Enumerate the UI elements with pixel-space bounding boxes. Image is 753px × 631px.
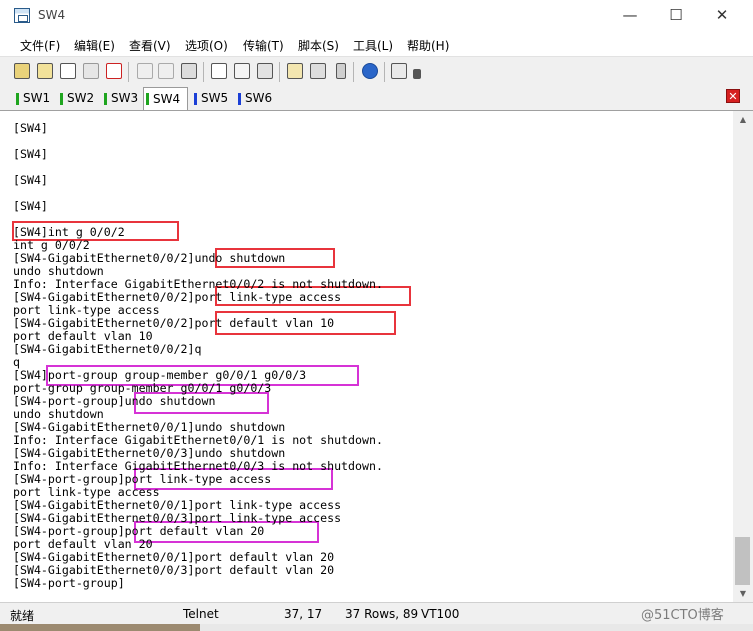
tab-sw1[interactable]: SW1	[14, 89, 50, 109]
menu-options[interactable]: 选项(O)	[185, 37, 228, 54]
tab-label: SW2	[67, 91, 95, 105]
title-bar: SW4 — ☐ ✕	[0, 0, 753, 32]
tab-status-indicator	[16, 93, 19, 105]
watermark: @51CTO博客	[641, 608, 724, 623]
minimize-button[interactable]: —	[607, 0, 653, 32]
toolbar-separator	[353, 62, 354, 82]
help-icon[interactable]	[362, 63, 378, 79]
menu-view[interactable]: 查看(V)	[129, 37, 171, 54]
toolbar	[0, 56, 753, 87]
tab-label: SW1	[23, 91, 51, 105]
session-tabs: SW1 SW2 SW3 SW4 SW5 SW6	[0, 86, 753, 111]
tab-status-indicator	[60, 93, 63, 105]
disconnect-icon[interactable]	[106, 63, 122, 79]
terminal-line: [SW4]	[13, 121, 48, 135]
tab-label: SW5	[201, 91, 229, 105]
connect-tab-icon[interactable]	[60, 63, 76, 79]
session-options-icon[interactable]	[287, 63, 303, 79]
terminal-line: [SW4]	[13, 199, 48, 213]
menu-script[interactable]: 脚本(S)	[298, 37, 339, 54]
paste-icon[interactable]	[158, 63, 174, 79]
tab-label: SW6	[245, 91, 273, 105]
tab-status-indicator	[194, 93, 197, 105]
tab-label: SW3	[111, 91, 139, 105]
tab-sw5[interactable]: SW5	[192, 89, 228, 109]
close-tab-icon[interactable]: ✕	[726, 89, 740, 103]
global-options-icon[interactable]	[310, 63, 326, 79]
status-terminal-size: 37 Rows, 89	[345, 607, 418, 621]
terminal-output[interactable]: [SW4] [SW4] [SW4] [SW4] [SW4]int g 0/0/2 int …	[0, 111, 733, 602]
status-cursor-position: 37, 17	[284, 607, 323, 621]
tab-status-indicator	[146, 93, 149, 105]
tab-status-indicator	[238, 93, 241, 105]
reconnect-icon[interactable]	[83, 63, 99, 79]
tab-sw2[interactable]: SW2	[58, 89, 94, 109]
menu-tools[interactable]: 工具(L)	[353, 37, 393, 54]
app-icon	[14, 8, 30, 23]
maximize-button[interactable]: ☐	[653, 0, 699, 32]
print-icon[interactable]	[234, 63, 250, 79]
terminal-line: [SW4-port-group]	[13, 576, 125, 590]
toolbar-separator	[128, 62, 129, 82]
window-title: SW4	[38, 8, 66, 22]
menu-help[interactable]: 帮助(H)	[407, 37, 449, 54]
terminal-line: [SW4]	[13, 173, 48, 187]
tab-label: SW4	[153, 92, 181, 106]
find-icon[interactable]	[181, 63, 197, 79]
tab-sw4[interactable]: SW4	[143, 87, 188, 110]
menu-file[interactable]: 文件(F)	[20, 37, 60, 54]
vertical-scrollbar[interactable]: ▲ ▼	[733, 111, 753, 602]
status-protocol: Telnet	[183, 607, 219, 621]
scroll-up-icon[interactable]: ▲	[733, 111, 753, 128]
scroll-down-icon[interactable]: ▼	[733, 585, 753, 602]
connect-icon[interactable]	[14, 63, 30, 79]
menu-bar: 文件(F) 编辑(E) 查看(V) 选项(O) 传输(T) 脚本(S) 工具(L…	[0, 32, 753, 56]
terminal-line: [SW4-GigabitEthernet0/0/2]q	[13, 342, 202, 356]
quick-connect-icon[interactable]	[37, 63, 53, 79]
terminal-line: [SW4]	[13, 147, 48, 161]
toolbar-more-icon[interactable]	[413, 69, 421, 79]
menu-transfer[interactable]: 传输(T)	[243, 37, 284, 54]
menu-edit[interactable]: 编辑(E)	[74, 37, 115, 54]
tab-sw3[interactable]: SW3	[102, 89, 138, 109]
status-terminal-type: VT100	[421, 607, 460, 621]
scrollbar-thumb[interactable]	[735, 537, 750, 585]
close-button[interactable]: ✕	[699, 0, 745, 32]
sftp-icon[interactable]	[391, 63, 407, 79]
toolbar-separator	[384, 62, 385, 82]
toolbar-separator	[279, 62, 280, 82]
tab-sw6[interactable]: SW6	[236, 89, 272, 109]
keymap-icon[interactable]	[336, 63, 346, 79]
tab-status-indicator	[104, 93, 107, 105]
print-screen-icon[interactable]	[257, 63, 273, 79]
status-state: 就绪	[10, 609, 35, 623]
copy-icon[interactable]	[137, 63, 153, 79]
toolbar-separator	[203, 62, 204, 82]
print-setup-icon[interactable]	[211, 63, 227, 79]
desktop-background-strip	[0, 624, 753, 631]
